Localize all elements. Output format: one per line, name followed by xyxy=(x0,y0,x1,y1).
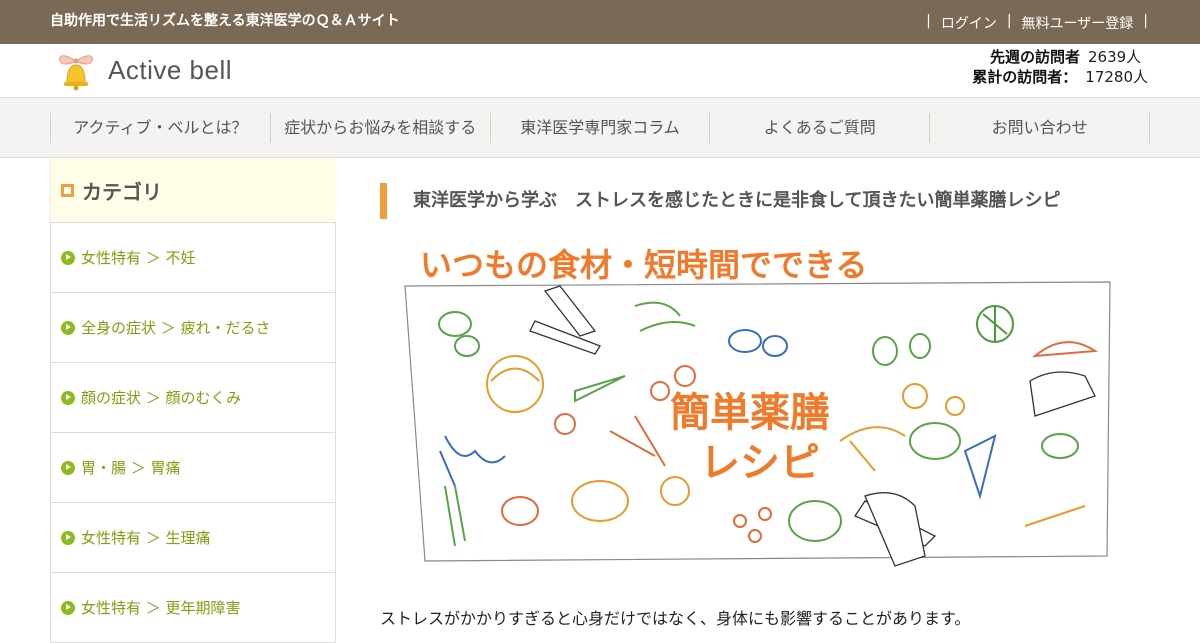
category-item[interactable]: 顔の症状 ＞ 顔のむくみ xyxy=(51,362,335,432)
separator: | xyxy=(926,13,931,29)
arrow-circle-icon xyxy=(61,250,75,265)
last-week-visitors-value: 2639人 xyxy=(1088,48,1142,66)
category-label: 全身の症状 ＞ 疲れ・だるさ xyxy=(81,319,271,337)
site-header: Active bell 先週の訪問者 2639人 累計の訪問者： 17280人 xyxy=(0,44,1200,97)
last-week-visitors-label: 先週の訪問者 xyxy=(989,48,1080,66)
nav-item-column[interactable]: 東洋医学専門家コラム xyxy=(489,113,710,143)
post-body-text: ストレスがかかりすぎると心身だけではなく、身体にも影響することがあります。 xyxy=(380,609,971,628)
separator: | xyxy=(1143,13,1148,29)
separator: | xyxy=(1006,13,1012,29)
site-logo[interactable]: Active bell xyxy=(56,49,232,91)
nav-item-consult[interactable]: 症状からお悩みを相談する xyxy=(269,113,490,143)
register-link[interactable]: 無料ユーザー登録 xyxy=(1022,13,1134,33)
square-bullet-icon xyxy=(61,183,74,197)
top-bar: 自助作用で生活リズムを整える東洋医学のＱ＆Ａサイト | ログイン | 無料ユーザ… xyxy=(0,0,1200,44)
category-list: 女性特有 ＞ 不妊 全身の症状 ＞ 疲れ・だるさ 顔の症状 ＞ 顔のむくみ 胃・… xyxy=(50,222,336,643)
hero-headline: いつもの食材・短時間でできる xyxy=(420,246,867,284)
arrow-circle-icon xyxy=(61,460,75,475)
total-visitors-label: 累計の訪問者： xyxy=(972,68,1078,86)
hero-center-line2: レシピ xyxy=(700,440,820,486)
site-tagline: 自助作用で生活リズムを整える東洋医学のＱ＆Ａサイト xyxy=(50,13,400,29)
arrow-circle-icon xyxy=(61,390,75,405)
category-label: 女性特有 ＞ 更年期障害 xyxy=(81,599,241,617)
post-title: 東洋医学から学ぶ ストレスを感じたときに是非食して頂きたい簡単薬膳レシピ xyxy=(380,183,1060,219)
visitor-counter: 先週の訪問者 2639人 累計の訪問者： 17280人 xyxy=(972,47,1148,87)
category-item[interactable]: 女性特有 ＞ 生理痛 xyxy=(51,502,335,572)
category-item[interactable]: 女性特有 ＞ 不妊 xyxy=(51,222,335,292)
hero-center-line1: 簡単薬膳 xyxy=(670,390,830,436)
main-nav: アクティブ・ベルとは？ 症状からお悩みを相談する 東洋医学専門家コラム よくある… xyxy=(0,97,1200,158)
bell-icon xyxy=(59,55,93,91)
category-item[interactable]: 女性特有 ＞ 更年期障害 xyxy=(51,572,335,642)
sidebar: カテゴリ 女性特有 ＞ 不妊 全身の症状 ＞ 疲れ・だるさ 顔の症状 ＞ 顔のむ… xyxy=(50,158,336,643)
total-visitors-value: 17280人 xyxy=(1085,68,1148,86)
category-label: 女性特有 ＞ 不妊 xyxy=(81,249,196,267)
category-label: 顔の症状 ＞ 顔のむくみ xyxy=(81,389,242,407)
nav-item-contact[interactable]: お問い合わせ xyxy=(929,113,1150,143)
hero-illustration: いつもの食材・短時間でできる 簡単薬膳 レシピ xyxy=(404,246,1111,567)
arrow-circle-icon xyxy=(61,530,75,545)
main-content: 東洋医学から学ぶ ストレスを感じたときに是非食して頂きたい簡単薬膳レシピ いつも… xyxy=(380,158,1150,630)
account-links: | ログイン | 無料ユーザー登録 | xyxy=(926,13,1148,33)
category-item[interactable]: 胃・腸 ＞ 胃痛 xyxy=(51,432,335,502)
category-label: 胃・腸 ＞ 胃痛 xyxy=(81,459,181,477)
login-link[interactable]: ログイン xyxy=(941,13,997,33)
arrow-circle-icon xyxy=(61,600,75,615)
logo-text: Active bell xyxy=(108,54,232,85)
category-item[interactable]: 全身の症状 ＞ 疲れ・だるさ xyxy=(51,292,335,362)
arrow-circle-icon xyxy=(61,320,75,335)
nav-item-about[interactable]: アクティブ・ベルとは？ xyxy=(50,113,270,143)
category-label: 女性特有 ＞ 生理痛 xyxy=(81,529,211,547)
category-heading-text: カテゴリ xyxy=(82,179,162,204)
nav-item-faq[interactable]: よくあるご質問 xyxy=(709,113,929,143)
category-heading: カテゴリ xyxy=(50,158,336,222)
